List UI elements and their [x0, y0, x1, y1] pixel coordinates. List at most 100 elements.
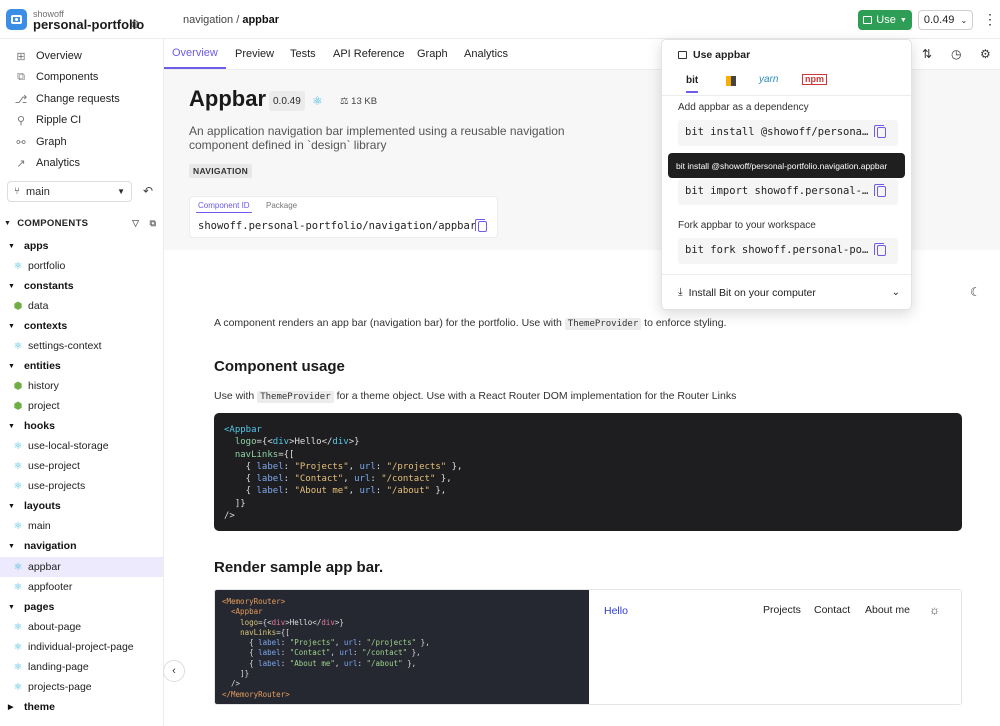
- components-icon: ⧉: [17, 70, 25, 83]
- code-token: {: [224, 474, 257, 485]
- sidebar: ⊞ Overview ⧉ Components ⎇ Change requests ⚲…: [0, 39, 164, 726]
- tree-namespace-theme[interactable]: ▶ theme: [8, 697, 55, 717]
- preview-link-contact[interactable]: Contact: [814, 604, 850, 616]
- sidebar-item-ripple-ci[interactable]: ⚲ Ripple CI: [14, 110, 81, 130]
- code-token: url: [343, 658, 358, 668]
- tab-yarn[interactable]: yarn: [759, 74, 778, 85]
- tab-tests[interactable]: Tests: [290, 39, 316, 69]
- copy-id-button[interactable]: [475, 219, 487, 232]
- sidebar-item-overview[interactable]: ⊞ Overview: [14, 46, 81, 66]
- tree-namespace-layouts[interactable]: ▼ layouts: [8, 496, 61, 516]
- more-menu-icon[interactable]: ⋮: [983, 11, 997, 27]
- code-line: />: [224, 510, 952, 522]
- tree-item-use-local-storage[interactable]: ⚛ use-local-storage: [0, 436, 163, 456]
- history-icon[interactable]: ◷: [951, 47, 961, 61]
- version-selector[interactable]: 0.0.49 ⌄: [918, 10, 973, 30]
- tree-item-appfooter[interactable]: ⚛ appfooter: [0, 577, 163, 597]
- tree-item-use-project[interactable]: ⚛ use-project: [0, 456, 163, 476]
- ripple-icon: ⚲: [16, 114, 26, 127]
- tree-namespace-contexts[interactable]: ▼ contexts: [8, 316, 67, 336]
- tree-item-projects-page[interactable]: ⚛ projects-page: [0, 677, 163, 697]
- preview-logo[interactable]: Hello: [604, 605, 628, 617]
- filter-icon[interactable]: ▽ ⧉: [132, 218, 160, 229]
- code-token: url: [343, 638, 358, 648]
- fork-command[interactable]: bit fork showoff.personal-po…: [678, 238, 898, 264]
- tree-item-data[interactable]: ⬢ data: [0, 296, 163, 316]
- back-arrow-icon[interactable]: ↶: [143, 184, 153, 198]
- tree-item-history[interactable]: ⬢ history: [0, 376, 163, 396]
- tree-item-landing-page[interactable]: ⚛ landing-page: [0, 657, 163, 677]
- code-token: ={<: [258, 617, 272, 627]
- collapse-sidebar-button[interactable]: ‹: [163, 660, 185, 682]
- code-token: "About me": [289, 658, 335, 668]
- tab-component-id[interactable]: Component ID: [196, 199, 252, 213]
- tree-namespace-entities[interactable]: ▼ entities: [8, 356, 61, 376]
- tree-namespace-apps[interactable]: ▼ apps: [8, 236, 49, 256]
- preview-code-editor[interactable]: <MemoryRouter> <Appbar logo={<div>Hello<…: [215, 590, 589, 704]
- copy-icon[interactable]: [874, 125, 886, 138]
- usage-code-block[interactable]: <Appbar logo={<div>Hello</div>} navLinks…: [214, 413, 962, 531]
- breadcrumb-path[interactable]: navigation /: [183, 14, 239, 26]
- tree-item-individual-project-page[interactable]: ⚛ individual-project-page: [0, 637, 163, 657]
- code-token: logo: [240, 617, 259, 627]
- scope-name[interactable]: personal-portfolio: [33, 17, 144, 32]
- compare-icon[interactable]: ⇅: [922, 47, 932, 61]
- tree-item-main[interactable]: ⚛ main: [0, 516, 163, 536]
- code-token: "/contact": [361, 648, 408, 658]
- tree-namespace-constants[interactable]: ▼ constants: [8, 276, 74, 296]
- bundle-size: ⚖ 13 KB: [340, 96, 377, 107]
- use-button[interactable]: Use ▼: [858, 10, 912, 30]
- import-command[interactable]: bit import showoff.personal-…: [678, 179, 898, 205]
- tab-npm[interactable]: npm: [802, 74, 827, 85]
- tab-preview[interactable]: Preview: [235, 39, 274, 69]
- sidebar-item-change-requests[interactable]: ⎇ Change requests: [14, 89, 120, 109]
- react-icon: ⚛: [13, 520, 23, 532]
- tree-item-about-page[interactable]: ⚛ about-page: [0, 617, 163, 637]
- tree-item-label: about-page: [28, 621, 82, 633]
- tab-graph[interactable]: Graph: [417, 39, 448, 69]
- tree-item-project[interactable]: ⬢ project: [0, 396, 163, 416]
- tree-item-settings-context[interactable]: ⚛ settings-context: [0, 336, 163, 356]
- components-heading: ▼ COMPONENTS ▽ ⧉: [4, 218, 160, 229]
- tree-item-portfolio[interactable]: ⚛ portfolio: [0, 256, 163, 276]
- sidebar-item-analytics[interactable]: ↗ Analytics: [14, 153, 80, 173]
- code-token: "/projects": [386, 461, 447, 472]
- settings-sliders-icon[interactable]: ⚙: [980, 47, 991, 61]
- sidebar-item-components[interactable]: ⧉ Components: [14, 67, 98, 87]
- tab-label: API Reference: [333, 48, 405, 60]
- tab-package[interactable]: Package: [266, 201, 297, 210]
- sidebar-item-label: Ripple CI: [36, 114, 82, 126]
- code-token: },: [402, 658, 417, 668]
- copy-icon[interactable]: [874, 243, 886, 256]
- tree-item-appbar[interactable]: ⚛ appbar: [0, 557, 163, 577]
- code-token: {: [222, 638, 259, 648]
- tree-item-use-projects[interactable]: ⚛ use-projects: [0, 476, 163, 496]
- pnpm-icon[interactable]: [726, 76, 736, 86]
- code-token: url: [359, 461, 376, 472]
- component-tag[interactable]: NAVIGATION: [189, 164, 253, 178]
- sun-icon[interactable]: ☼: [929, 603, 940, 617]
- tab-overview[interactable]: Overview: [164, 39, 226, 69]
- tab-analytics[interactable]: Analytics: [464, 39, 508, 69]
- preview-link-projects[interactable]: Projects: [763, 604, 801, 616]
- tree-namespace-navigation[interactable]: ▼ navigation: [8, 536, 77, 556]
- install-command-text: bit install @showoff/persona…: [685, 126, 869, 138]
- sidebar-item-graph[interactable]: ⚯ Graph: [14, 132, 66, 152]
- install-bit-toggle[interactable]: ⤓ Install Bit on your computer ⌄: [678, 286, 900, 299]
- copy-icon[interactable]: [874, 184, 886, 197]
- code-token: {: [224, 486, 257, 497]
- tab-api-reference[interactable]: API Reference: [333, 39, 405, 69]
- tree-namespace-hooks[interactable]: ▼ hooks: [8, 416, 55, 436]
- change-requests-icon: ⎇: [14, 93, 28, 106]
- tree-item-label: settings-context: [28, 340, 102, 352]
- install-command[interactable]: bit install @showoff/persona…: [678, 120, 898, 146]
- dark-mode-toggle-icon[interactable]: ☾: [970, 285, 981, 299]
- tree-namespace-pages[interactable]: ▼ pages: [8, 597, 54, 617]
- version-label: 0.0.49: [923, 14, 955, 26]
- tab-bit[interactable]: bit: [686, 75, 699, 93]
- lane-selector[interactable]: ⑂ main ▼: [7, 181, 132, 202]
- preview-link-about[interactable]: About me: [865, 604, 910, 616]
- org-logo[interactable]: [6, 9, 27, 30]
- caret-down-icon[interactable]: ▼: [4, 220, 11, 227]
